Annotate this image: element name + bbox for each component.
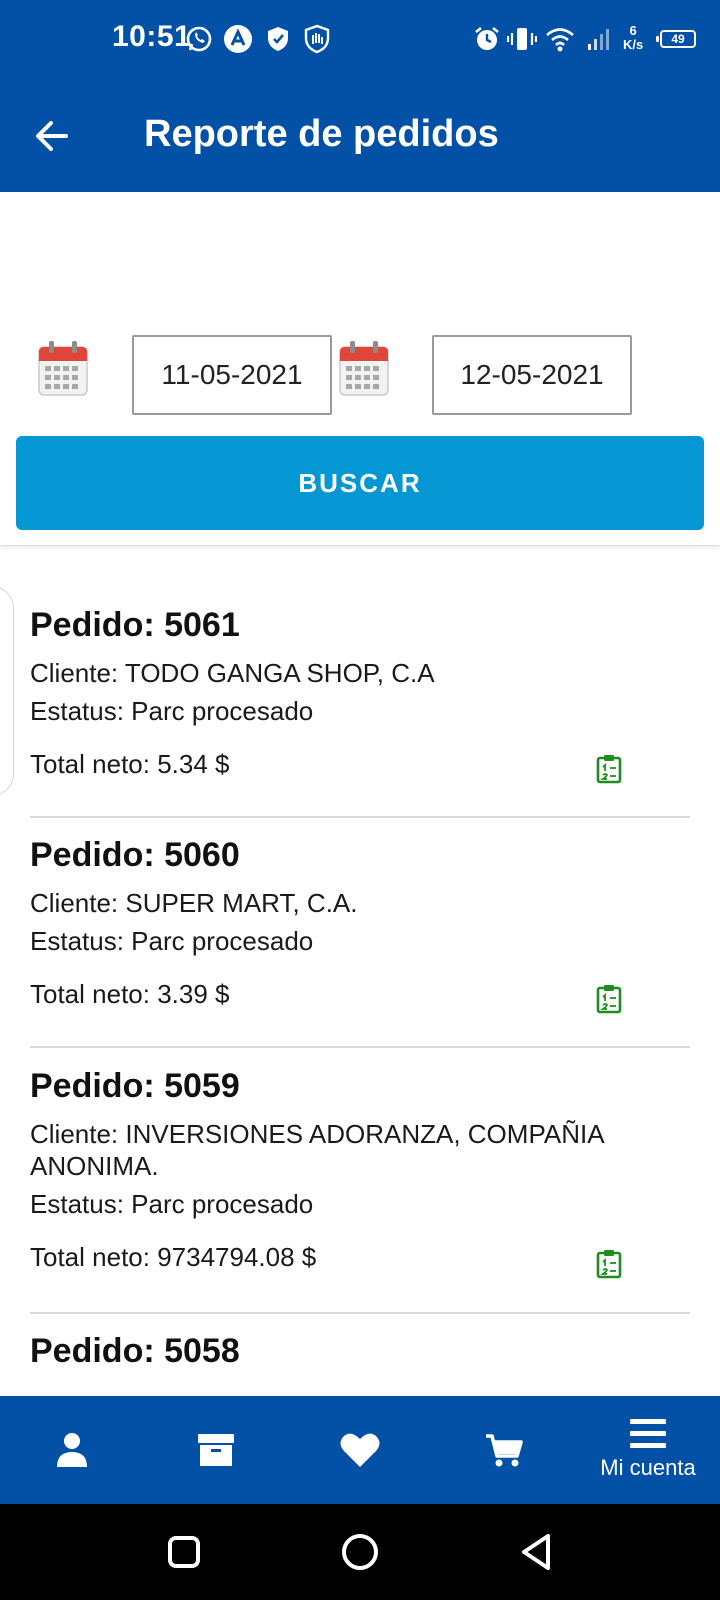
date-to-field[interactable]: 12-05-2021: [432, 335, 632, 415]
system-back-button[interactable]: [512, 1528, 560, 1576]
back-button[interactable]: [28, 112, 76, 160]
recents-button[interactable]: [160, 1528, 208, 1576]
order-detail-icon[interactable]: [594, 1249, 624, 1279]
status-time: 10:51: [112, 20, 192, 53]
screen: 10:51 6 K/s 49 Reporte de pedidos 11-05-…: [0, 0, 720, 1600]
order-client: Cliente: INVERSIONES ADORANZA, COMPAÑIA …: [30, 1119, 604, 1181]
user-icon: [57, 1433, 87, 1467]
square-icon: [168, 1536, 200, 1568]
order-title: Pedido: 5060: [30, 836, 240, 874]
arrow-left-icon: [36, 121, 68, 151]
network-speed-value: 6: [629, 23, 637, 38]
shield-icon: [264, 24, 292, 54]
home-button[interactable]: [336, 1528, 384, 1576]
battery-level: 49: [671, 32, 685, 46]
divider: [30, 816, 690, 818]
nav-cart[interactable]: [464, 1396, 544, 1504]
order-client: Cliente: SUPER MART, C.A.: [30, 888, 358, 918]
app-notification-icon: [222, 24, 254, 54]
calendar-to-icon[interactable]: [338, 339, 390, 397]
nav-account[interactable]: Mi cuenta: [586, 1396, 710, 1504]
order-total: Total neto: 5.34 $: [30, 749, 230, 779]
heart-icon: [340, 1433, 380, 1467]
order-item[interactable]: Pedido: 5061 Cliente: TODO GANGA SHOP, C…: [30, 606, 690, 780]
date-filter-card: 11-05-2021 12-05-2021 BUSCAR: [0, 192, 720, 546]
wifi-icon: [544, 24, 576, 54]
triangle-back-icon: [522, 1534, 550, 1570]
drawer-handle[interactable]: [0, 586, 14, 796]
page-title: Reporte de pedidos: [144, 113, 499, 155]
nav-favorites[interactable]: [320, 1396, 400, 1504]
order-item[interactable]: Pedido: 5059 Cliente: INVERSIONES ADORAN…: [30, 1067, 690, 1273]
vibrate-icon: [506, 24, 538, 54]
alarm-icon: [472, 24, 502, 54]
circle-icon: [342, 1534, 378, 1570]
nav-catalog[interactable]: [176, 1396, 256, 1504]
archive-icon: [198, 1434, 234, 1466]
orders-list[interactable]: Pedido: 5061 Cliente: TODO GANGA SHOP, C…: [0, 546, 720, 1396]
status-bar: 10:51 6 K/s 49: [0, 0, 720, 80]
whatsapp-icon: [184, 24, 214, 54]
app-bar: Reporte de pedidos: [0, 80, 720, 192]
nav-profile[interactable]: [32, 1396, 112, 1504]
order-item[interactable]: Pedido: 5058: [30, 1332, 690, 1371]
menu-icon: [630, 1419, 666, 1448]
system-nav-bar: [0, 1504, 720, 1600]
order-status: Estatus: Parc procesado: [30, 926, 314, 956]
order-item[interactable]: Pedido: 5060 Cliente: SUPER MART, C.A. E…: [30, 836, 690, 1010]
order-status: Estatus: Parc procesado: [30, 1189, 314, 1219]
cart-icon: [486, 1434, 523, 1467]
order-title: Pedido: 5059: [30, 1067, 240, 1105]
hand-shield-icon: [302, 24, 332, 54]
order-title: Pedido: 5061: [30, 606, 240, 644]
bottom-nav: Mi cuenta: [0, 1396, 720, 1504]
date-from-field[interactable]: 11-05-2021: [132, 335, 332, 415]
order-status: Estatus: Parc procesado: [30, 696, 314, 726]
order-title: Pedido: 5058: [30, 1332, 240, 1370]
divider: [30, 1312, 690, 1314]
cell-signal-icon: [584, 24, 616, 54]
network-speed-unit: K/s: [623, 37, 644, 52]
order-client: Cliente: TODO GANGA SHOP, C.A: [30, 658, 435, 688]
nav-account-label: Mi cuenta: [600, 1455, 696, 1480]
battery-icon: 49: [656, 30, 696, 48]
calendar-from-icon[interactable]: [37, 339, 89, 397]
network-speed: 6 K/s: [623, 24, 643, 52]
order-detail-icon[interactable]: [594, 984, 624, 1014]
order-detail-icon[interactable]: [594, 754, 624, 784]
order-total: Total neto: 3.39 $: [30, 979, 230, 1009]
search-button[interactable]: BUSCAR: [16, 436, 704, 530]
divider: [30, 1046, 690, 1048]
order-total: Total neto: 9734794.08 $: [30, 1242, 317, 1272]
